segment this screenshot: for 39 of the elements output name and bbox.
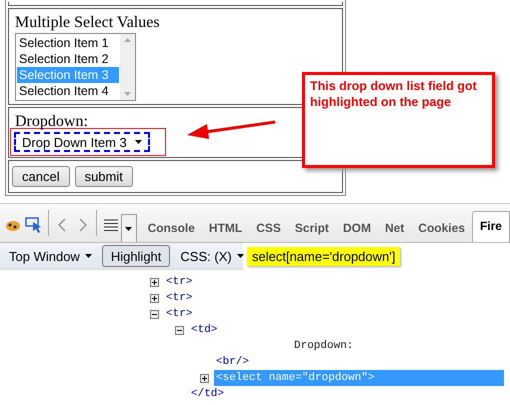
html-tag[interactable]: <tr> — [164, 274, 192, 290]
selector-field[interactable]: select[name='dropdown'] — [247, 247, 400, 266]
list-option[interactable]: Selection Item 1 — [17, 35, 119, 51]
cancel-button[interactable]: cancel — [12, 166, 70, 187]
panel-tab[interactable]: Cookies — [411, 214, 472, 242]
html-tag[interactable]: <tr> — [164, 306, 192, 322]
expand-icon[interactable] — [200, 374, 209, 382]
panel-tab[interactable]: CSS — [249, 214, 288, 242]
text-content: Dropdown: — [293, 340, 354, 352]
html-tag[interactable]: <tr> — [164, 290, 192, 306]
html-tag[interactable]: </td> — [189, 386, 224, 402]
panel-tab[interactable]: DOM — [336, 214, 378, 242]
html-tag[interactable]: <br/> — [214, 354, 250, 370]
list-option[interactable]: Selection Item 4 — [17, 83, 119, 99]
collapse-icon[interactable] — [150, 310, 159, 318]
caret-icon — [236, 254, 244, 258]
multi-select-list[interactable]: Selection Item 1 Selection Item 2 Selection Item 3 Selection Item 4 — [15, 33, 136, 101]
css-menu[interactable]: CSS: (X) — [174, 248, 250, 264]
list-option[interactable]: Selection Item 2 — [17, 51, 119, 67]
expand-icon[interactable] — [150, 278, 159, 286]
panel-tab[interactable]: Fire — [472, 211, 510, 242]
caret-icon — [134, 140, 142, 144]
html-tag[interactable]: <td> — [189, 322, 218, 338]
caret-icon — [84, 254, 92, 258]
callout-text: This drop down list field got highlighted on the page — [310, 78, 478, 110]
context-menu[interactable]: Top Window — [3, 248, 98, 264]
panel-tab[interactable]: Console — [140, 214, 202, 242]
field-label: Multiple Select Values — [15, 14, 160, 31]
panel-tab[interactable]: Net — [378, 214, 412, 242]
expand-icon[interactable] — [150, 294, 159, 302]
panel-tab[interactable]: HTML — [202, 214, 250, 242]
field-label: Dropdown: — [14, 113, 88, 130]
submit-button[interactable]: submit — [74, 166, 133, 187]
panel-tab[interactable]: Script — [288, 214, 336, 242]
dropdown-field[interactable]: Drop Down Item 3 — [14, 132, 150, 152]
caret-icon — [125, 226, 132, 230]
highlight-button[interactable]: Highlight — [102, 245, 170, 267]
dropdown-button[interactable] — [121, 214, 137, 242]
collapse-icon[interactable] — [175, 326, 184, 334]
